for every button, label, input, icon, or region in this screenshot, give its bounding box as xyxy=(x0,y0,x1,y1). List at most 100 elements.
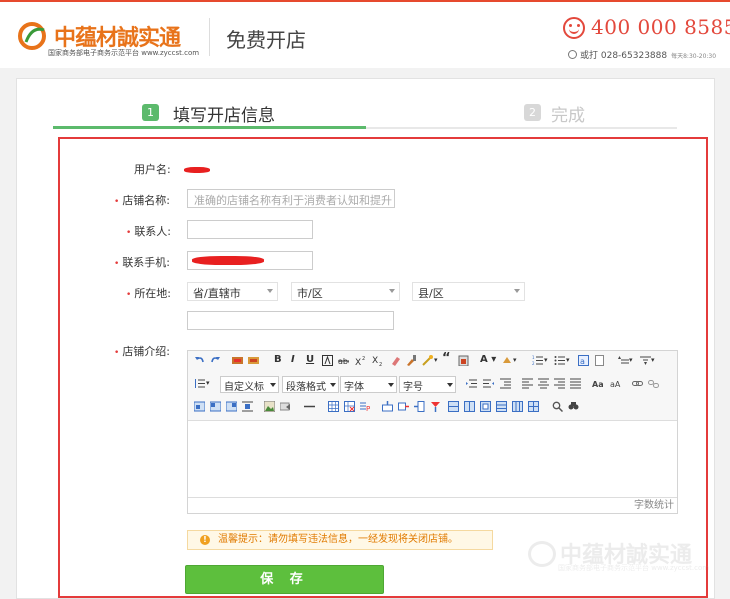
image-right-icon[interactable] xyxy=(226,401,237,412)
merge-cells-icon[interactable] xyxy=(448,401,459,412)
font-border-icon[interactable] xyxy=(322,355,333,366)
store-name-input[interactable]: 准确的店铺名称有利于消费者认知和提升 xyxy=(187,189,395,208)
dropdown-caret-icon[interactable]: ▾ xyxy=(629,356,633,364)
phone-label-text: 联系手机: xyxy=(122,256,171,269)
custom-title-select[interactable]: 自定义标 xyxy=(220,376,279,393)
brush-icon[interactable] xyxy=(406,355,417,366)
eraser-icon[interactable] xyxy=(390,355,401,366)
uppercase-icon[interactable]: Aa xyxy=(592,378,603,389)
format-clear-icon[interactable] xyxy=(232,355,243,366)
province-value: 省/直辖市 xyxy=(193,287,241,300)
required-mark: • xyxy=(126,290,132,300)
preview-icon[interactable] xyxy=(568,401,579,412)
header-divider xyxy=(209,18,210,56)
insert-emotion-icon[interactable] xyxy=(280,401,291,412)
unordered-list-icon[interactable] xyxy=(554,355,565,366)
bold-icon[interactable]: B xyxy=(274,354,282,365)
dropdown-caret-icon[interactable]: ▾ xyxy=(566,356,570,364)
font-color-icon[interactable]: A ▾ xyxy=(480,354,496,365)
row-spacing-top-icon[interactable] xyxy=(618,355,629,366)
undo-icon[interactable] xyxy=(194,355,205,366)
align-justify-icon[interactable] xyxy=(570,378,581,389)
search-icon[interactable] xyxy=(552,401,563,412)
chevron-down-icon xyxy=(514,289,520,293)
image-center-icon[interactable] xyxy=(242,401,253,412)
insert-row-icon[interactable] xyxy=(382,401,393,412)
dropdown-caret-icon[interactable]: ▾ xyxy=(513,356,517,364)
align-right-icon[interactable] xyxy=(554,378,565,389)
merge-down-icon[interactable] xyxy=(480,401,491,412)
split-cols-icon[interactable] xyxy=(528,401,539,412)
dropdown-caret-icon[interactable]: ▾ xyxy=(434,356,438,364)
custom-title-value: 自定义标 xyxy=(224,382,264,393)
horizontal-rule-icon[interactable] xyxy=(304,401,315,412)
dropdown-caret-icon[interactable]: ▾ xyxy=(544,356,548,364)
italic-icon[interactable]: I xyxy=(291,354,295,365)
province-select[interactable]: 省/直辖市 xyxy=(187,282,278,301)
strikethrough-icon[interactable]: abc xyxy=(338,355,349,366)
svg-text:1: 1 xyxy=(532,355,535,360)
auto-format-icon[interactable] xyxy=(422,355,433,366)
clear-doc-icon[interactable] xyxy=(594,355,605,366)
lowercase-icon[interactable]: aA xyxy=(610,378,621,389)
delete-table-icon[interactable] xyxy=(344,401,355,412)
logo-subtitle: 国家商务部电子商务示范平台 www.zyccst.com xyxy=(48,49,200,57)
insert-col-icon[interactable] xyxy=(414,401,425,412)
rtl-icon[interactable] xyxy=(483,378,494,389)
link-icon[interactable] xyxy=(632,378,643,389)
warning-tip-text: 温馨提示：请勿填写违法信息，一经发现将关闭店铺。 xyxy=(218,534,458,545)
align-left-icon[interactable] xyxy=(522,378,533,389)
image-none-icon[interactable] xyxy=(194,401,205,412)
unlink-icon[interactable] xyxy=(648,378,659,389)
delete-col-icon[interactable] xyxy=(430,401,441,412)
save-button[interactable]: 保 存 xyxy=(185,565,384,594)
city-select[interactable]: 市/区 xyxy=(291,282,400,301)
dropdown-caret-icon[interactable]: ▾ xyxy=(651,356,655,364)
address-input[interactable] xyxy=(187,311,394,330)
hotline: 400 000 8585 xyxy=(563,15,730,39)
smile-icon xyxy=(563,17,585,39)
font-select[interactable]: 字体 xyxy=(340,376,397,393)
font-value: 字体 xyxy=(344,382,364,393)
paragraph-format-select[interactable]: 段落格式 xyxy=(282,376,339,393)
split-cells-icon[interactable] xyxy=(496,401,507,412)
dropdown-caret-icon[interactable]: ▾ xyxy=(206,379,210,387)
split-rows-icon[interactable] xyxy=(512,401,523,412)
select-all-icon[interactable]: a xyxy=(578,355,589,366)
paste-plain-icon[interactable] xyxy=(458,355,469,366)
align-center-icon[interactable] xyxy=(538,378,549,389)
row-spacing-bottom-icon[interactable] xyxy=(640,355,651,366)
redacted-phone xyxy=(192,256,264,265)
line-height-icon[interactable] xyxy=(194,378,205,389)
chevron-down-icon xyxy=(267,289,273,293)
store-name-label-text: 店铺名称: xyxy=(122,194,171,207)
indent-icon[interactable] xyxy=(500,378,511,389)
merge-right-icon[interactable] xyxy=(464,401,475,412)
insert-image-icon[interactable] xyxy=(264,401,275,412)
image-left-icon[interactable] xyxy=(210,401,221,412)
redo-icon[interactable] xyxy=(210,355,221,366)
step-label: 填写开店信息 xyxy=(173,106,275,126)
step-number: 2 xyxy=(524,104,541,121)
format-paint-icon[interactable] xyxy=(248,355,259,366)
county-value: 县/区 xyxy=(418,287,444,300)
svg-text:2: 2 xyxy=(362,356,365,362)
ltr-icon[interactable] xyxy=(466,378,477,389)
insert-paragraph-icon[interactable]: P xyxy=(360,401,371,412)
contact-input[interactable] xyxy=(187,220,313,239)
svg-text:P: P xyxy=(366,405,370,412)
subscript-icon[interactable]: X2 xyxy=(372,355,383,366)
background-color-icon[interactable] xyxy=(502,355,513,366)
county-select[interactable]: 县/区 xyxy=(412,282,525,301)
underline-icon[interactable]: U xyxy=(306,354,314,365)
warning-icon: ! xyxy=(200,535,210,545)
superscript-icon[interactable]: X2 xyxy=(355,355,366,366)
delete-row-icon[interactable] xyxy=(398,401,409,412)
blockquote-icon[interactable]: “ xyxy=(442,351,451,366)
insert-table-icon[interactable] xyxy=(328,401,339,412)
store-form: 用户名: • 店铺名称: 准确的店铺名称有利于消费者认知和提升 • 联系人: • 联系… xyxy=(58,137,708,598)
ordered-list-icon[interactable]: 12 xyxy=(532,355,543,366)
chevron-down-icon xyxy=(330,383,336,387)
main-card: 1 填写开店信息 2 完成 用户名: • 店铺名称: 准确的店铺名称有利于消费者认… xyxy=(16,78,715,599)
font-size-select[interactable]: 字号 xyxy=(399,376,456,393)
